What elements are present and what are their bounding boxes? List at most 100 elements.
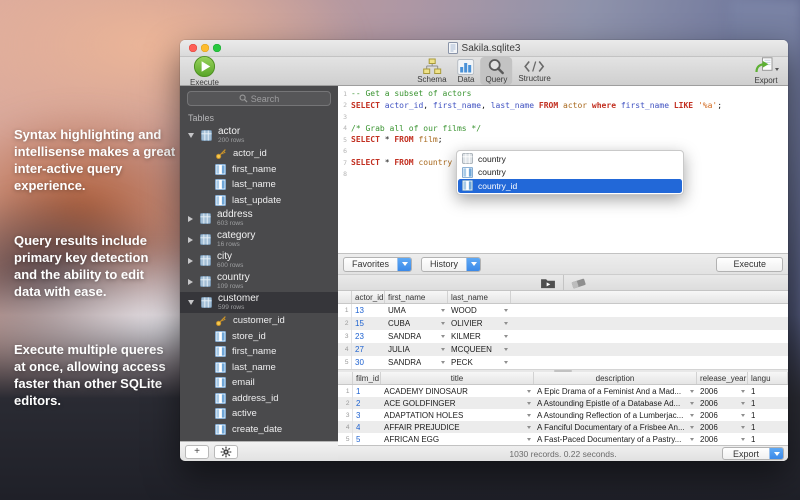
table-row[interactable]: 44AFFAIR PREJUDICEA Fanciful Documentary… [338, 421, 788, 433]
autocomplete-item[interactable]: country [458, 166, 682, 180]
sidebar-table-country[interactable]: country109 rows [180, 271, 338, 292]
grid-cell[interactable]: 2006 [697, 433, 748, 445]
grid-cell[interactable]: 1 [748, 409, 788, 421]
column-header-description[interactable]: description [534, 372, 697, 384]
view-query-button[interactable]: Query [481, 57, 513, 85]
chevron-down-icon[interactable] [690, 426, 694, 429]
chevron-down-icon[interactable] [441, 348, 445, 351]
grid-cell[interactable]: 15 [352, 317, 385, 330]
chevron-down-icon[interactable] [741, 438, 745, 441]
grid-cell[interactable]: 4 [353, 421, 381, 433]
grid-cell[interactable]: WOOD [448, 304, 511, 317]
grid-cell[interactable]: 13 [352, 304, 385, 317]
table-row[interactable]: 530SANDRAPECK [338, 356, 788, 369]
export-toolbar-button[interactable]: Export [749, 57, 783, 85]
add-button[interactable]: + [185, 445, 209, 459]
sidebar-column-active[interactable]: active [180, 406, 338, 422]
chevron-right-icon[interactable] [188, 279, 193, 285]
sidebar-column-store_id[interactable]: store_id [180, 329, 338, 345]
grid-cell[interactable]: A Fanciful Documentary of a Frisbee An..… [534, 421, 697, 433]
sidebar-column-create_date[interactable]: create_date [180, 422, 338, 438]
chevron-down-icon[interactable] [690, 438, 694, 441]
grid-cell[interactable]: ADAPTATION HOLES [381, 409, 534, 421]
chevron-down-icon[interactable] [504, 322, 508, 325]
minimize-button[interactable] [201, 44, 209, 52]
execute-query-button[interactable]: Execute [716, 257, 783, 272]
grid-cell[interactable]: 2 [353, 397, 381, 409]
chevron-down-icon[interactable] [769, 448, 783, 459]
table-row[interactable]: 215CUBAOLIVIER [338, 317, 788, 330]
view-schema-button[interactable]: Schema [412, 57, 451, 85]
results-grid-actor[interactable]: actor_idfirst_namelast_name113UMAWOOD215… [338, 291, 788, 369]
autocomplete-item[interactable]: country [458, 152, 682, 166]
title-bar[interactable]: Sakila.sqlite3 [180, 40, 788, 57]
sidebar-column-first_name[interactable]: first_name [180, 344, 338, 360]
chevron-down-icon[interactable] [397, 258, 411, 271]
chevron-right-icon[interactable] [188, 258, 193, 264]
chevron-right-icon[interactable] [188, 237, 193, 243]
chevron-down-icon[interactable] [690, 402, 694, 405]
view-structure-button[interactable]: Structure [513, 57, 555, 85]
column-header-first_name[interactable]: first_name [385, 291, 448, 303]
chevron-down-icon[interactable] [527, 414, 531, 417]
sidebar-column-address_id[interactable]: address_id [180, 391, 338, 407]
table-row[interactable]: 11ACADEMY DINOSAURA Epic Drama of a Femi… [338, 385, 788, 397]
chevron-right-icon[interactable] [188, 216, 193, 222]
grid-cell[interactable]: JULIA [385, 343, 448, 356]
execute-toolbar-button[interactable]: Execute [185, 57, 224, 85]
chevron-down-icon[interactable] [441, 361, 445, 364]
chevron-down-icon[interactable] [690, 414, 694, 417]
table-row[interactable]: 22ACE GOLDFINGERA Astounding Epistle of … [338, 397, 788, 409]
grid-cell[interactable]: 1 [748, 397, 788, 409]
chevron-down-icon[interactable] [441, 335, 445, 338]
chevron-down-icon[interactable] [741, 402, 745, 405]
folder-run-button[interactable] [533, 275, 563, 290]
grid-cell[interactable]: PECK [448, 356, 511, 369]
grid-cell[interactable]: 1 [353, 385, 381, 397]
chevron-down-icon[interactable] [188, 133, 194, 138]
export-results-button[interactable]: Export [722, 447, 784, 460]
view-data-button[interactable]: Data [453, 57, 480, 85]
grid-cell[interactable]: A Epic Drama of a Feminist And a Mad... [534, 385, 697, 397]
grid-cell[interactable]: A Fast-Paced Documentary of a Pastry... [534, 433, 697, 445]
column-header-release_year[interactable]: release_year [697, 372, 748, 384]
sidebar-table-category[interactable]: category16 rows [180, 229, 338, 250]
sidebar-column-first_name[interactable]: first_name [180, 162, 338, 178]
sidebar-column-customer_id[interactable]: customer_id [180, 313, 338, 329]
table-row[interactable]: 427JULIAMCQUEEN [338, 343, 788, 356]
grid-cell[interactable]: 5 [353, 433, 381, 445]
chevron-down-icon[interactable] [741, 426, 745, 429]
column-header-last_name[interactable]: last_name [448, 291, 511, 303]
grid-cell[interactable]: SANDRA [385, 356, 448, 369]
grid-cell[interactable]: 2006 [697, 397, 748, 409]
sidebar-column-last_name[interactable]: last_name [180, 360, 338, 376]
chevron-down-icon[interactable] [527, 438, 531, 441]
chevron-down-icon[interactable] [741, 414, 745, 417]
grid-cell[interactable]: 2006 [697, 385, 748, 397]
sidebar-table-city[interactable]: city600 rows [180, 250, 338, 271]
grid-cell[interactable]: ACE GOLDFINGER [381, 397, 534, 409]
chevron-down-icon[interactable] [504, 361, 508, 364]
chevron-down-icon[interactable] [741, 390, 745, 393]
sidebar-column-email[interactable]: email [180, 375, 338, 391]
zoom-button[interactable] [213, 44, 221, 52]
chevron-down-icon[interactable] [527, 426, 531, 429]
grid-cell[interactable]: 3 [353, 409, 381, 421]
chevron-down-icon[interactable] [188, 300, 194, 305]
grid-cell[interactable]: ACADEMY DINOSAUR [381, 385, 534, 397]
grid-cell[interactable]: UMA [385, 304, 448, 317]
settings-button[interactable] [214, 445, 238, 459]
column-header-title[interactable]: title [381, 372, 534, 384]
grid-cell[interactable]: 1 [748, 433, 788, 445]
grid-cell[interactable]: SANDRA [385, 330, 448, 343]
close-button[interactable] [189, 44, 197, 52]
chevron-down-icon[interactable] [527, 402, 531, 405]
grid-cell[interactable]: 27 [352, 343, 385, 356]
grid-cell[interactable]: A Astounding Epistle of a Database Ad... [534, 397, 697, 409]
results-grid-film[interactable]: film_idtitledescriptionrelease_yearlangu… [338, 372, 788, 445]
grid-cell[interactable]: MCQUEEN [448, 343, 511, 356]
table-row[interactable]: 113UMAWOOD [338, 304, 788, 317]
grid-cell[interactable]: 2006 [697, 409, 748, 421]
column-header-langu[interactable]: langu [748, 372, 788, 384]
grid-cell[interactable]: 1 [748, 421, 788, 433]
